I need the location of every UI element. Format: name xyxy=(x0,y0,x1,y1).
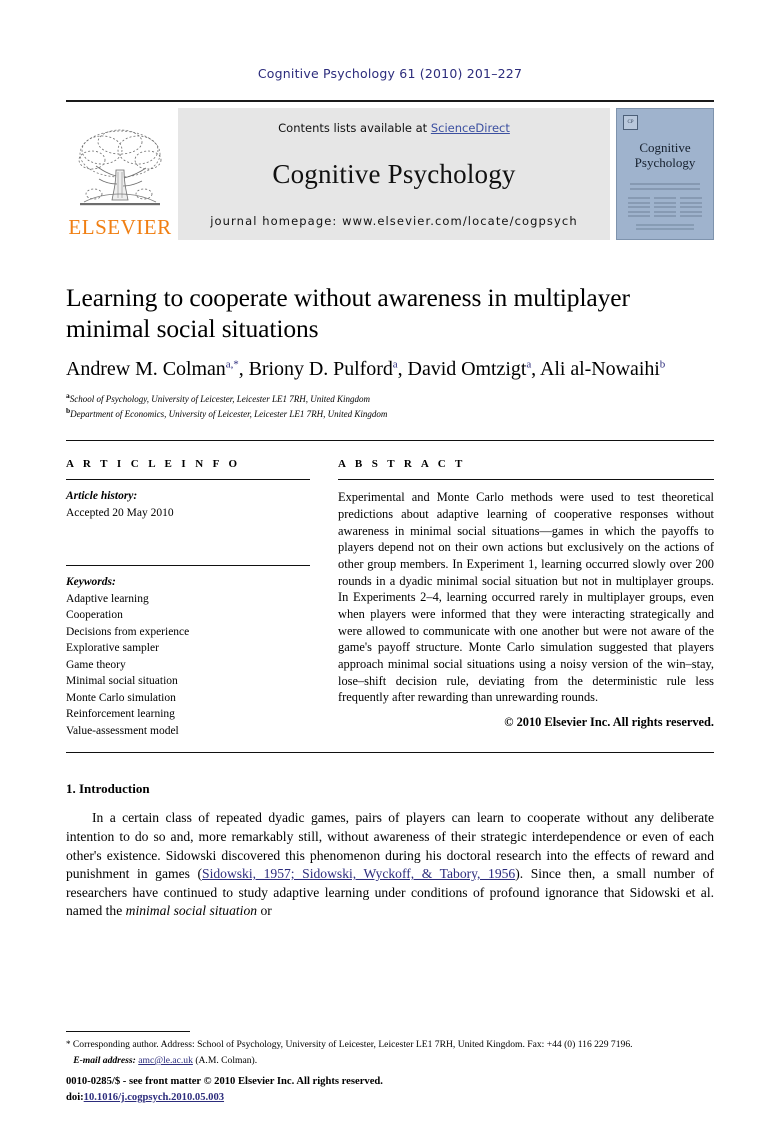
article-info-divider xyxy=(66,479,310,481)
author-name: David Omtzigt xyxy=(407,358,527,381)
footnote-divider xyxy=(66,1031,190,1032)
keywords-label: Keywords: xyxy=(66,575,116,588)
author-name: Briony D. Pulford xyxy=(248,358,393,381)
footer-block: 0010-0285/$ - see front matter © 2010 El… xyxy=(66,1074,383,1106)
keyword-item: Game theory xyxy=(66,658,126,671)
doi-link[interactable]: 10.1016/j.cogpsych.2010.05.003 xyxy=(84,1092,224,1103)
cover-badge-icon: CP xyxy=(623,115,638,130)
keyword-item: Decisions from experience xyxy=(66,625,190,638)
contents-box: Contents lists available at ScienceDirec… xyxy=(178,108,610,240)
elsevier-logo: ELSEVIER xyxy=(66,108,174,240)
sciencedirect-link[interactable]: ScienceDirect xyxy=(431,121,510,135)
citation-link[interactable]: Sidowski, 1957; Sidowski, Wyckoff, & Tab… xyxy=(202,866,515,881)
author-name: Ali al-Nowaihi xyxy=(539,358,660,381)
section-heading-introduction: 1. Introduction xyxy=(66,781,150,797)
email-owner: (A.M. Colman). xyxy=(195,1055,258,1066)
keyword-item: Value-assessment model xyxy=(66,724,179,737)
journal-homepage-link[interactable]: journal homepage: www.elsevier.com/locat… xyxy=(210,214,578,228)
article-page: Cognitive Psychology 61 (2010) 201–227 E… xyxy=(0,0,780,1134)
elsevier-wordmark: ELSEVIER xyxy=(68,215,172,239)
corresponding-author-text: Corresponding author. Address: School of… xyxy=(72,1039,633,1050)
email-label: E-mail address: xyxy=(73,1055,136,1066)
journal-title: Cognitive Psychology xyxy=(272,159,516,189)
author-marks: b xyxy=(659,358,666,371)
author-list: Andrew M. Colmana,*, Briony D. Pulforda,… xyxy=(66,358,666,381)
issn-line: 0010-0285/$ - see front matter © 2010 El… xyxy=(66,1076,383,1088)
abstract-heading: A B S T R A C T xyxy=(338,458,466,471)
article-history-label: Article history: xyxy=(66,490,138,503)
section-divider xyxy=(66,440,714,442)
abstract-divider xyxy=(338,479,714,481)
affiliation-item: bDepartment of Economics, University of … xyxy=(66,406,714,421)
doi-prefix: doi: xyxy=(66,1092,84,1104)
keyword-item: Explorative sampler xyxy=(66,642,159,655)
affiliation-text: School of Psychology, University of Leic… xyxy=(69,394,370,405)
abstract-bottom-divider xyxy=(66,752,714,754)
contents-available-line: Contents lists available at ScienceDirec… xyxy=(278,121,510,135)
running-head: Cognitive Psychology 61 (2010) 201–227 xyxy=(257,66,523,81)
keyword-item: Minimal social situation xyxy=(66,675,178,688)
cover-decorative-rules xyxy=(630,183,700,193)
email-link[interactable]: amc@le.ac.uk xyxy=(138,1055,193,1066)
affiliation-item: aSchool of Psychology, University of Lei… xyxy=(66,391,714,406)
article-info-heading: A R T I C L E I N F O xyxy=(66,458,241,471)
cover-title: Cognitive Psychology xyxy=(634,140,696,170)
article-history-block: Article history: Accepted 20 May 2010 xyxy=(66,488,310,521)
corresponding-author-note: * Corresponding author. Address: School … xyxy=(66,1038,714,1052)
author-marks: a xyxy=(392,358,398,371)
keywords-block: Keywords: Adaptive learning Cooperation … xyxy=(66,574,310,739)
email-note: E-mail address: amc@le.ac.uk (A.M. Colma… xyxy=(66,1055,714,1066)
elsevier-tree-icon xyxy=(72,124,168,216)
asterisk-icon: * xyxy=(66,1039,71,1049)
keywords-divider xyxy=(66,564,310,566)
footnote-area: * Corresponding author. Address: School … xyxy=(66,1031,714,1066)
introduction-paragraph: In a certain class of repeated dyadic ga… xyxy=(66,809,714,921)
article-history-value: Accepted 20 May 2010 xyxy=(66,506,174,519)
contents-prefix: Contents lists available at xyxy=(278,121,431,135)
article-info-column: A R T I C L E I N F O Article history: A… xyxy=(66,458,310,739)
abstract-copyright: © 2010 Elsevier Inc. All rights reserved… xyxy=(504,715,714,730)
keyword-item: Reinforcement learning xyxy=(66,708,175,721)
affiliation-text: Department of Economics, University of L… xyxy=(70,409,388,420)
paragraph-emphasis: minimal social situation xyxy=(125,903,258,919)
abstract-column: A B S T R A C T Experimental and Monte C… xyxy=(338,458,714,739)
journal-masthead: ELSEVIER Contents lists available at Sci… xyxy=(66,100,714,240)
keyword-item: Adaptive learning xyxy=(66,592,149,605)
journal-cover-thumbnail: CP Cognitive Psychology xyxy=(616,108,714,240)
cover-title-line2: Psychology xyxy=(634,154,696,170)
author-marks: a,* xyxy=(225,358,239,371)
title-block: Learning to cooperate without awareness … xyxy=(66,282,714,421)
author-marks: a xyxy=(526,358,532,371)
cover-decorative-columns xyxy=(627,197,703,220)
abstract-text: Experimental and Monte Carlo methods wer… xyxy=(338,490,714,705)
cover-footer-rules xyxy=(636,224,694,232)
keyword-item: Cooperation xyxy=(66,609,123,622)
affiliation-list: aSchool of Psychology, University of Lei… xyxy=(66,391,714,421)
author-name: Andrew M. Colman xyxy=(66,358,226,381)
paragraph-text-part: or xyxy=(257,903,272,919)
doi-line: doi:10.1016/j.cogpsych.2010.05.003 xyxy=(66,1090,383,1106)
keyword-item: Monte Carlo simulation xyxy=(66,691,176,704)
page-title: Learning to cooperate without awareness … xyxy=(66,283,630,344)
info-abstract-row: A R T I C L E I N F O Article history: A… xyxy=(66,458,714,739)
cover-title-line1: Cognitive xyxy=(639,140,691,155)
